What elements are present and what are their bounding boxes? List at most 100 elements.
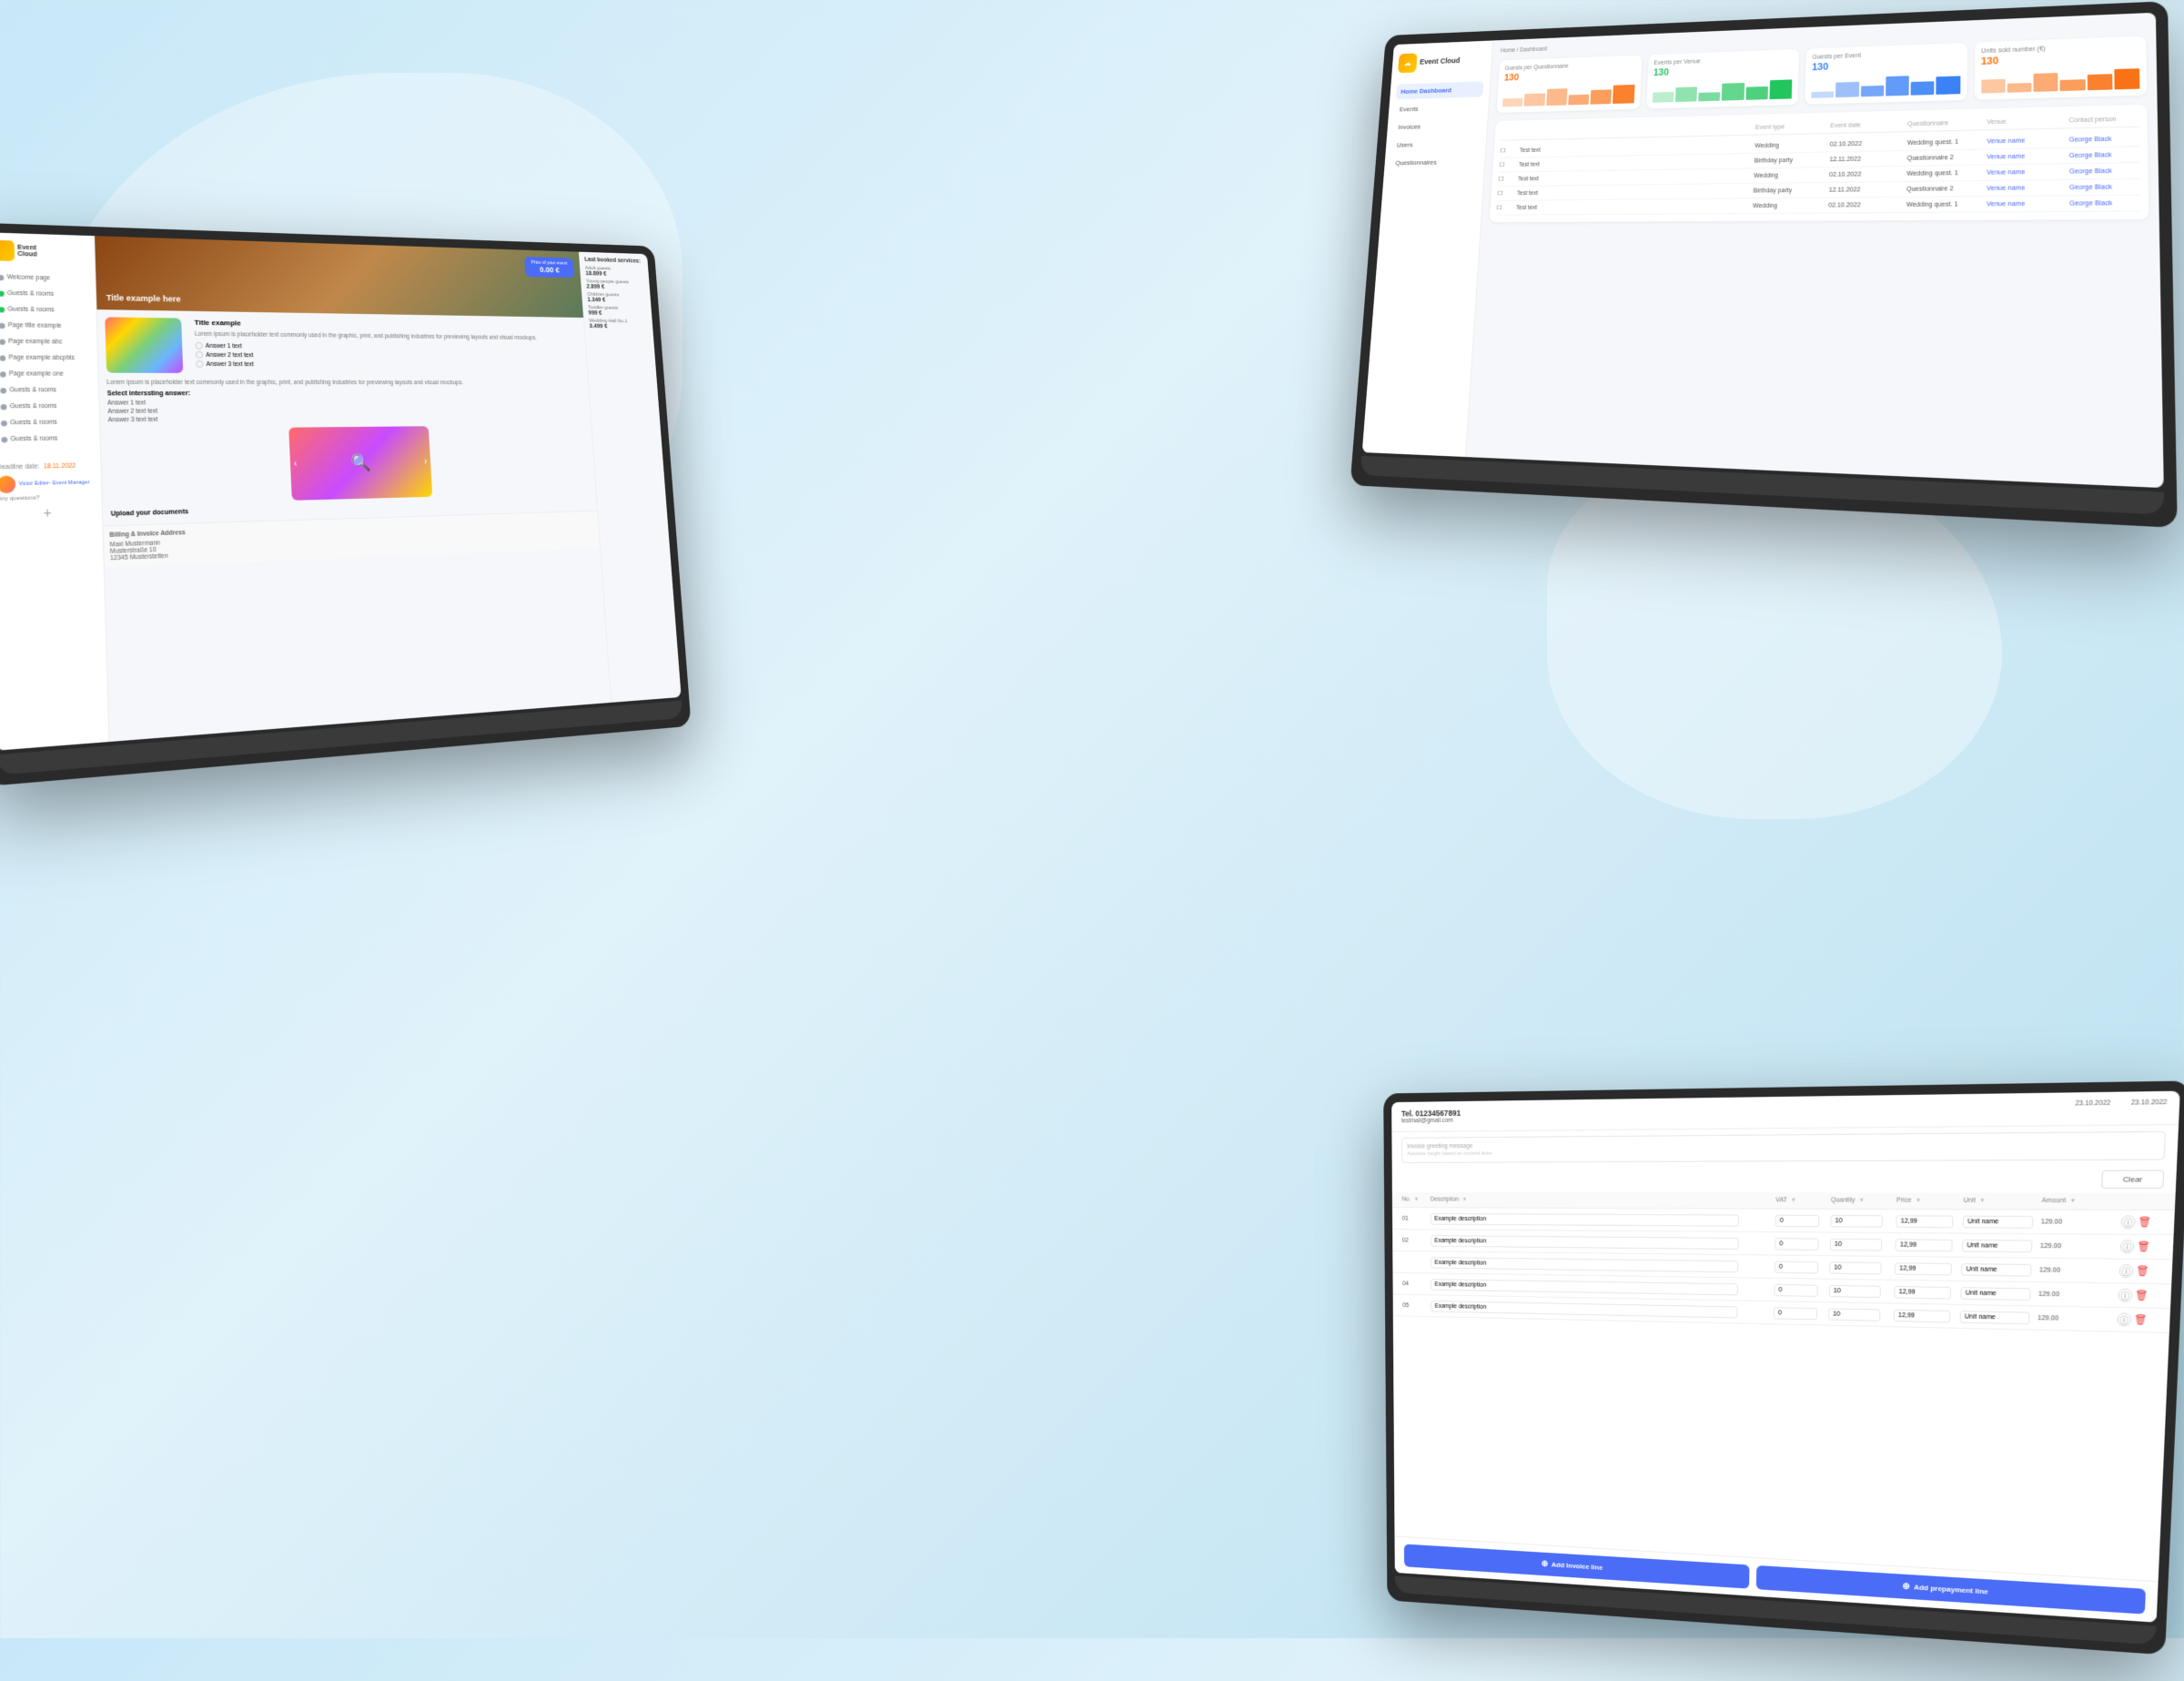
event-nav-guests-2[interactable]: Guests & rooms xyxy=(0,302,90,318)
row-check[interactable]: ☐ xyxy=(1501,147,1517,155)
row4-description-input[interactable] xyxy=(1431,1279,1738,1295)
col-description-filter-icon[interactable]: ▼ xyxy=(1462,1197,1467,1202)
row4-delete-button[interactable]: 🗑 xyxy=(2135,1291,2149,1301)
event-nav-guests-3[interactable]: Guests & rooms xyxy=(0,383,93,398)
row3-price-input[interactable] xyxy=(1895,1262,1952,1275)
nav-label-5: Page example abcpbls xyxy=(9,354,75,361)
clear-button[interactable]: Clear xyxy=(2101,1170,2164,1190)
event-manager-row: Victor Editer- Event Manager xyxy=(0,474,96,493)
row5-description-input[interactable] xyxy=(1431,1301,1737,1318)
event-carousel[interactable]: ‹ 🔍 › xyxy=(288,426,432,501)
row5-info-button[interactable]: ⓘ xyxy=(2117,1312,2131,1326)
row4-quantity-input[interactable] xyxy=(1829,1284,1882,1297)
row2-delete-button[interactable]: 🗑 xyxy=(2137,1241,2150,1252)
row4-vat-input[interactable] xyxy=(1774,1283,1817,1296)
row3-vat-input[interactable] xyxy=(1774,1261,1818,1273)
row4-unit-input[interactable] xyxy=(1960,1287,2030,1301)
row-check[interactable]: ☐ xyxy=(1500,161,1516,168)
nav-dot-7 xyxy=(0,388,6,393)
carousel-next-button[interactable]: › xyxy=(424,457,428,467)
event-nav-guests-4[interactable]: Guests & rooms xyxy=(0,400,93,414)
row1-price-input[interactable] xyxy=(1896,1215,1953,1228)
row2-unit-input[interactable] xyxy=(1962,1239,2033,1251)
radio-option-2[interactable]: Answer 2 text text xyxy=(196,351,581,361)
event-nav-page-abcpbls[interactable]: Page example abcpbls xyxy=(0,350,92,365)
row1-vat-input[interactable] xyxy=(1775,1214,1820,1227)
row2-info-button[interactable]: ⓘ xyxy=(2119,1240,2134,1253)
row5-amount: 129.00 xyxy=(2037,1314,2118,1322)
col-price-filter-icon[interactable]: ▼ xyxy=(1916,1198,1921,1203)
col-no-filter-icon[interactable]: ▼ xyxy=(1414,1197,1419,1202)
event-contact[interactable]: George Black xyxy=(2069,167,2140,175)
row2-price-input[interactable] xyxy=(1896,1239,1953,1251)
dashboard-nav-invoices[interactable]: Invoices xyxy=(1393,117,1481,135)
event-nav-page-abc[interactable]: Page example abc xyxy=(0,334,91,349)
row3-info-button[interactable]: ⓘ xyxy=(2118,1264,2133,1278)
col-quantity-filter-icon[interactable]: ▼ xyxy=(1859,1198,1865,1203)
event-nav-page-title[interactable]: Page title example xyxy=(0,319,91,334)
event-date: 02.10.2022 xyxy=(1830,140,1904,147)
invoice-greeting-area[interactable]: Invoice greeting message Autosize height… xyxy=(1401,1131,2166,1163)
stat-card-events-venue: Events per Venue 130 xyxy=(1646,49,1799,109)
row3-delete-button[interactable]: 🗑 xyxy=(2136,1266,2149,1277)
event-contact[interactable]: George Black xyxy=(2069,151,2140,158)
event-venue[interactable]: Venue name xyxy=(1987,152,2065,160)
carousel-prev-button[interactable]: ‹ xyxy=(294,459,298,469)
nav-dot-10 xyxy=(1,437,7,442)
radio-label-1: Answer 1 text xyxy=(206,343,242,349)
row1-description-input[interactable] xyxy=(1431,1213,1739,1227)
event-contact[interactable]: George Black xyxy=(2069,136,2139,144)
event-contact[interactable]: George Black xyxy=(2069,199,2140,207)
section-title: Title example xyxy=(194,319,578,332)
radio-option-3[interactable]: Answer 3 text text xyxy=(196,360,581,370)
row3-description-input[interactable] xyxy=(1431,1257,1738,1272)
booked-price-2: 1.349 € xyxy=(587,297,646,304)
dashboard-events-table: Event type Event date Questionnaire Venu… xyxy=(1490,105,2149,222)
dashboard-nav-home[interactable]: Home Dashboard xyxy=(1396,81,1484,99)
dashboard-nav-events[interactable]: Events xyxy=(1394,99,1482,117)
invoice-dates: 23.10.2022 23.10.2022 xyxy=(2075,1099,2167,1108)
row-check[interactable]: ☐ xyxy=(1498,190,1514,197)
event-venue[interactable]: Venue name xyxy=(1987,137,2065,145)
row2-vat-input[interactable] xyxy=(1774,1238,1819,1251)
col-event-type: Event type xyxy=(1755,123,1827,131)
col-vat-filter-icon[interactable]: ▼ xyxy=(1791,1198,1796,1203)
event-nav-guests-1[interactable]: Guests & rooms xyxy=(0,286,90,302)
col-no-label: No. xyxy=(1402,1197,1411,1203)
dashboard-nav-users[interactable]: Users xyxy=(1391,136,1480,153)
event-venue[interactable]: Venue name xyxy=(1987,200,2066,208)
row5-price-input[interactable] xyxy=(1894,1309,1950,1322)
event-date: 12.11.2022 xyxy=(1829,156,1903,163)
stat-chart-0 xyxy=(1502,82,1634,106)
row5-vat-input[interactable] xyxy=(1774,1307,1817,1320)
dashboard-nav-questionnaires[interactable]: Questionnaires xyxy=(1390,154,1479,171)
row3-amount: 129.00 xyxy=(2039,1267,2119,1275)
row1-info-button[interactable]: ⓘ xyxy=(2121,1215,2136,1229)
col-amount-filter-icon[interactable]: ▼ xyxy=(2069,1198,2076,1203)
row2-description-input[interactable] xyxy=(1431,1235,1739,1250)
row1-quantity-input[interactable] xyxy=(1830,1214,1883,1227)
row5-delete-button[interactable]: 🗑 xyxy=(2134,1314,2148,1325)
row3-unit-input[interactable] xyxy=(1961,1263,2031,1277)
row1-unit-input[interactable] xyxy=(1963,1215,2034,1228)
add-section-button[interactable]: + xyxy=(0,503,96,522)
event-nav-welcome[interactable]: Welcome page xyxy=(0,270,89,287)
row5-unit-input[interactable] xyxy=(1960,1311,2030,1324)
row3-quantity-input[interactable] xyxy=(1829,1261,1882,1274)
row-check[interactable]: ☐ xyxy=(1499,176,1515,183)
event-deadline-section: Deadline date: 18.11.2022 Victor Editer-… xyxy=(0,448,96,502)
dashboard-logo-text: Event Cloud xyxy=(1420,57,1461,66)
event-contact[interactable]: George Black xyxy=(2069,184,2140,191)
event-venue[interactable]: Venue name xyxy=(1987,184,2065,191)
row2-quantity-input[interactable] xyxy=(1830,1238,1883,1251)
event-nav-guests-6[interactable]: Guests & rooms xyxy=(0,431,94,447)
col-unit-filter-icon[interactable]: ▼ xyxy=(1979,1198,1986,1203)
row5-quantity-input[interactable] xyxy=(1828,1308,1880,1321)
row-check[interactable]: ☐ xyxy=(1497,204,1513,211)
row1-delete-button[interactable]: 🗑 xyxy=(2138,1217,2152,1228)
row4-price-input[interactable] xyxy=(1894,1285,1950,1298)
row4-info-button[interactable]: ⓘ xyxy=(2118,1289,2132,1302)
event-nav-page-one[interactable]: Page example one xyxy=(0,367,92,381)
event-nav-guests-5[interactable]: Guests & rooms xyxy=(0,415,94,430)
event-venue[interactable]: Venue name xyxy=(1987,168,2065,176)
